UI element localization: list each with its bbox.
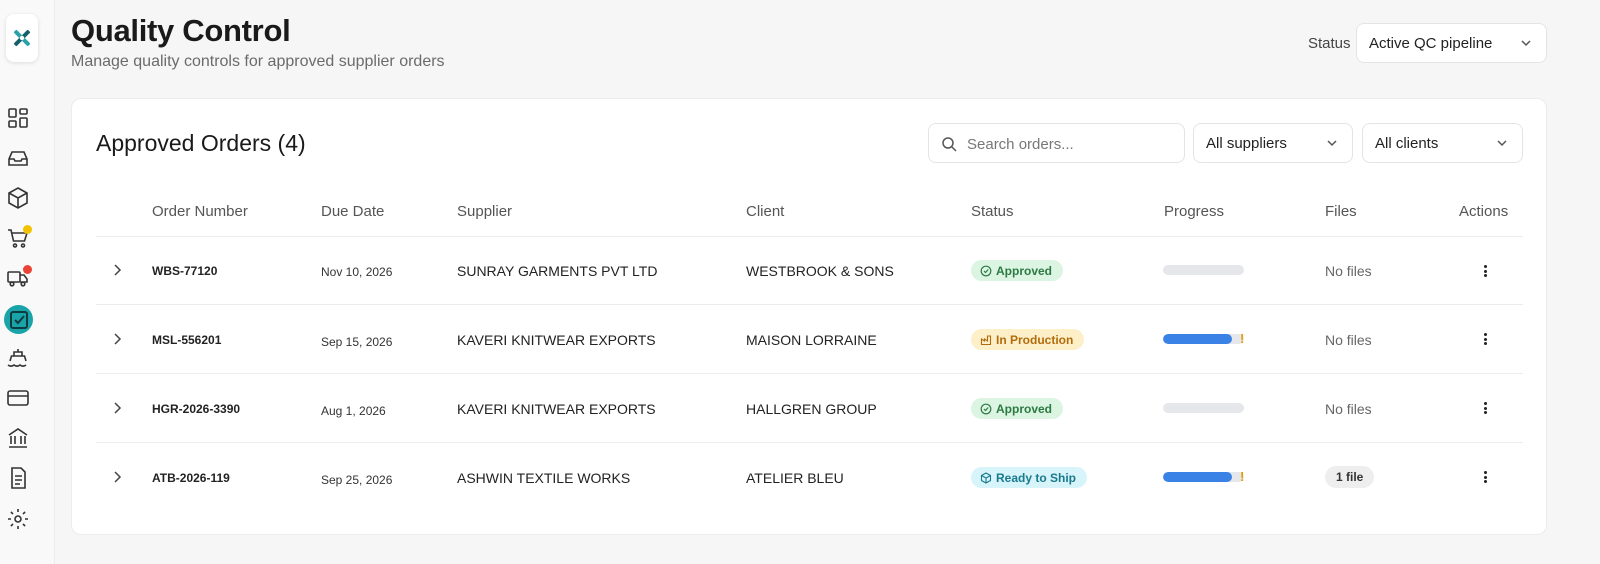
package-icon[interactable] (5, 185, 31, 211)
due-date: Aug 1, 2026 (321, 404, 386, 418)
order-number[interactable]: WBS-77120 (152, 264, 217, 278)
chevron-right-icon[interactable] (112, 263, 122, 277)
order-number[interactable]: ATB-2026-119 (152, 471, 230, 485)
supplier-filter[interactable]: All suppliers (1193, 123, 1353, 163)
status-text: Approved (996, 401, 1053, 416)
column-header-client[interactable]: Client (746, 203, 784, 220)
credit-card-icon[interactable] (5, 385, 31, 411)
factory-icon (980, 334, 992, 345)
client-filter-value: All clients (1375, 134, 1439, 152)
column-header-files[interactable]: Files (1325, 203, 1357, 220)
file-count-badge[interactable]: 1 file (1325, 466, 1375, 488)
check-circle-icon (980, 265, 992, 276)
client-name: WESTBROOK & SONS (746, 263, 894, 279)
due-date: Sep 15, 2026 (321, 335, 393, 349)
column-header-progress[interactable]: Progress (1164, 203, 1224, 220)
row-actions-menu-icon[interactable] (1481, 331, 1489, 347)
supplier-name: SUNRAY GARMENTS PVT LTD (457, 263, 658, 279)
app-logo[interactable] (6, 14, 38, 62)
status-badge: Approved (971, 398, 1064, 419)
card-title: Approved Orders (4) (96, 130, 306, 156)
cart-badge (23, 225, 32, 234)
order-number[interactable]: MSL-556201 (152, 333, 221, 347)
box-icon (980, 471, 992, 484)
row-divider (96, 373, 1523, 374)
search-input[interactable] (967, 132, 1177, 156)
due-date: Sep 25, 2026 (321, 473, 393, 487)
progress-bar (1163, 472, 1244, 482)
supplier-name: KAVERI KNITWEAR EXPORTS (457, 332, 656, 348)
status-badge: Ready to Ship (971, 467, 1088, 488)
supplier-filter-value: All suppliers (1206, 134, 1287, 152)
bank-icon[interactable] (5, 425, 31, 451)
files-status: No files (1325, 332, 1372, 348)
progress-bar (1163, 334, 1244, 344)
sidebar (0, 0, 55, 564)
check-circle-icon (980, 403, 992, 414)
gear-icon[interactable] (5, 506, 31, 532)
header-divider (96, 236, 1523, 237)
status-select-value: Active QC pipeline (1369, 34, 1493, 52)
chevron-right-icon[interactable] (112, 401, 122, 415)
logo-icon (13, 29, 31, 47)
row-divider (96, 442, 1523, 443)
row-actions-menu-icon[interactable] (1481, 400, 1489, 416)
chevron-right-icon[interactable] (112, 470, 122, 484)
truck-icon[interactable] (5, 265, 32, 291)
page-title: Quality Control (71, 13, 291, 48)
page-subtitle: Manage quality controls for approved sup… (71, 53, 445, 70)
column-header-due-date[interactable]: Due Date (321, 203, 384, 220)
search-icon (942, 137, 957, 152)
status-text: Approved (996, 263, 1053, 278)
column-header-actions: Actions (1459, 203, 1509, 220)
column-header-status[interactable]: Status (971, 203, 1014, 220)
client-name: HALLGREN GROUP (746, 401, 877, 417)
client-filter[interactable]: All clients (1362, 123, 1523, 163)
row-divider (96, 304, 1523, 305)
inbox-icon[interactable] (5, 145, 31, 171)
supplier-name: ASHWIN TEXTILE WORKS (457, 470, 631, 486)
status-badge: Approved (971, 260, 1064, 281)
status-badge: In Production (971, 329, 1085, 350)
progress-fill (1163, 472, 1232, 482)
due-date: Nov 10, 2026 (321, 265, 393, 279)
truck-badge (23, 265, 32, 274)
status-select[interactable]: Active QC pipeline (1356, 23, 1547, 63)
approved-orders-card: Approved Orders (4) All suppliers All cl… (71, 98, 1547, 535)
progress-fill (1163, 334, 1232, 344)
status-text: In Production (996, 332, 1074, 347)
row-actions-menu-icon[interactable] (1481, 263, 1489, 279)
status-label: Status (1308, 35, 1351, 52)
column-header-supplier[interactable]: Supplier (457, 203, 512, 220)
chevron-down-icon (1521, 40, 1531, 47)
status-text: Ready to Ship (996, 470, 1077, 485)
column-header-order-number[interactable]: Order Number (152, 203, 248, 220)
chevron-down-icon (1497, 140, 1507, 147)
files-status: No files (1325, 401, 1372, 417)
chevron-down-icon (1327, 140, 1337, 147)
order-number[interactable]: HGR-2026-3390 (152, 402, 240, 416)
cart-icon[interactable] (5, 225, 32, 251)
supplier-name: KAVERI KNITWEAR EXPORTS (457, 401, 656, 417)
client-name: MAISON LORRAINE (746, 332, 877, 348)
document-icon[interactable] (5, 465, 31, 491)
warning-indicator: ! (1240, 331, 1245, 346)
search-box[interactable] (928, 123, 1185, 163)
row-actions-menu-icon[interactable] (1481, 469, 1489, 485)
warning-indicator: ! (1240, 469, 1245, 484)
files-status: No files (1325, 263, 1372, 279)
dashboard-icon[interactable] (5, 105, 31, 131)
progress-bar (1163, 265, 1244, 275)
checklist-icon[interactable] (4, 305, 33, 334)
client-name: ATELIER BLEU (746, 470, 844, 486)
ship-icon[interactable] (5, 345, 31, 371)
chevron-right-icon[interactable] (112, 332, 122, 346)
progress-bar (1163, 403, 1244, 413)
